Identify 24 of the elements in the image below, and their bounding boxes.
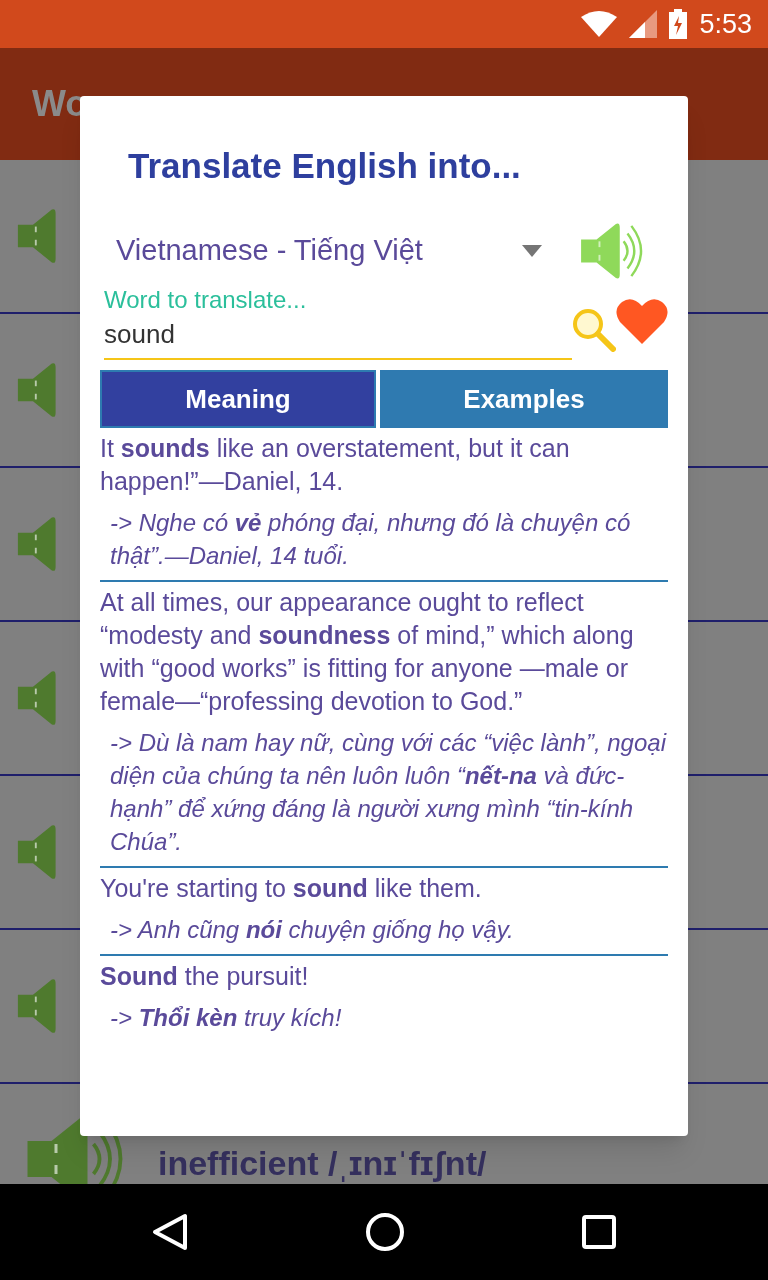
back-icon[interactable] xyxy=(152,1213,189,1251)
example-translation: -> Anh cũng nói chuyện giống họ vậy. xyxy=(109,915,515,945)
clock: 5:53 xyxy=(699,7,752,41)
example-translation: -> Nghe có vẻ phóng đại, nhưng đó là chuyện có thật”.—Daniel, 14 tuổi. xyxy=(109,508,632,571)
field-label: Word to translate... xyxy=(104,285,308,315)
example-sentence: Sound the pursuit! xyxy=(100,961,310,992)
battery-icon xyxy=(669,9,688,39)
language-dropdown[interactable]: Vietnamese - Tiếng Việt xyxy=(100,229,550,273)
home-icon[interactable] xyxy=(365,1212,405,1252)
signal-icon xyxy=(629,10,658,38)
tab[interactable]: Meaning xyxy=(100,370,376,428)
example-sentence: At all times, our appearance ought to reflect “modesty and soundness of mind,” which along with “good works” is fitting for anyone —male or female—“professing devotion to God.” xyxy=(100,587,635,717)
heart-icon[interactable] xyxy=(616,298,668,344)
example-sentence: You're starting to sound like them. xyxy=(100,873,483,904)
dialog-title: Translate English into... xyxy=(127,148,522,183)
recents-icon[interactable] xyxy=(581,1215,616,1249)
example-sentence: It sounds like an overstatement, but it can happen!”—Daniel, 14. xyxy=(100,433,571,497)
example-translation: -> Thổi kèn truy kích! xyxy=(109,1003,343,1033)
tab[interactable]: Examples xyxy=(380,370,668,428)
wifi-icon xyxy=(581,11,618,37)
word-input-field[interactable]: sound xyxy=(104,315,572,360)
example-translation: -> Dù là nam hay nữ, cùng với các “việc lành”, ngoại diện của chúng ta nên luôn luôn “nết-na và đức-hạnh” để xứng đáng là người xưng mình “tin-kính Chúa”. xyxy=(109,728,668,857)
word-text: inefficient /ˌɪnɪˈfɪʃnt/ xyxy=(158,1143,487,1184)
caret-icon xyxy=(522,245,542,257)
